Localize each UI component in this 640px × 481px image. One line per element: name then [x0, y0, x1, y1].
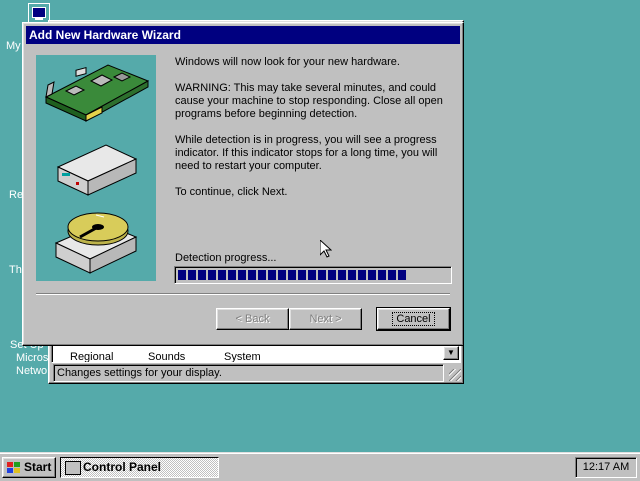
my-computer-icon[interactable]	[28, 3, 50, 23]
mouse-pointer-icon	[320, 240, 332, 258]
taskbar-task-label: Control Panel	[83, 460, 162, 474]
start-label: Start	[24, 460, 52, 474]
next-button[interactable]: Next >	[289, 308, 362, 330]
desktop-label-recycle[interactable]: Re	[9, 189, 23, 201]
control-panel-icon-list[interactable]: Regional Sounds System ▼	[51, 343, 461, 363]
wizard-continue-text: To continue, click Next.	[175, 186, 288, 198]
scroll-down-button[interactable]: ▼	[443, 346, 459, 360]
desktop-label-network[interactable]: Netwo	[16, 365, 47, 377]
back-button[interactable]: < Back	[216, 308, 289, 330]
desktop-label-my-computer[interactable]: My	[6, 40, 21, 52]
taskbar-control-panel-button[interactable]: Control Panel	[60, 457, 219, 478]
detection-progress-bar	[174, 266, 452, 284]
wizard-progress-info-text: While detection is in progress, you will…	[175, 134, 438, 172]
taskbar: Start Control Panel 12:17 AM	[0, 452, 640, 481]
wizard-warning-text: WARNING: This may take several minutes, …	[175, 82, 443, 120]
cancel-button[interactable]: Cancel	[376, 307, 451, 331]
desktop-label-the-internet[interactable]: Th	[9, 264, 22, 276]
hard-disk-icon	[54, 212, 138, 274]
status-bar: Changes settings for your display.	[53, 364, 444, 382]
wizard-intro-text: Windows will now look for your new hardw…	[175, 56, 400, 68]
clock[interactable]: 12:17 AM	[575, 457, 637, 478]
external-drive-icon	[56, 144, 138, 196]
cp-item-system[interactable]: System	[224, 351, 261, 362]
control-panel-icon	[65, 461, 81, 475]
expansion-card-icon	[44, 64, 150, 122]
cp-item-regional[interactable]: Regional	[70, 351, 113, 362]
wizard-dialog: Add New Hardware Wizard Windows will now…	[22, 22, 464, 346]
resize-grip-icon[interactable]	[449, 369, 461, 381]
progress-bar-fill	[178, 270, 406, 280]
wizard-body-text: Windows will now look for your new hardw…	[175, 56, 455, 212]
cp-item-sounds[interactable]: Sounds	[148, 351, 185, 362]
cancel-button-label: Cancel	[392, 312, 435, 326]
windows-logo-icon	[7, 462, 20, 473]
wizard-title[interactable]: Add New Hardware Wizard	[26, 26, 460, 44]
start-button[interactable]: Start	[2, 457, 56, 478]
wizard-illustration	[36, 55, 156, 281]
detection-progress-label: Detection progress...	[175, 252, 277, 264]
wizard-separator	[36, 293, 450, 295]
desktop-label-microsoft[interactable]: Micros	[16, 352, 48, 364]
